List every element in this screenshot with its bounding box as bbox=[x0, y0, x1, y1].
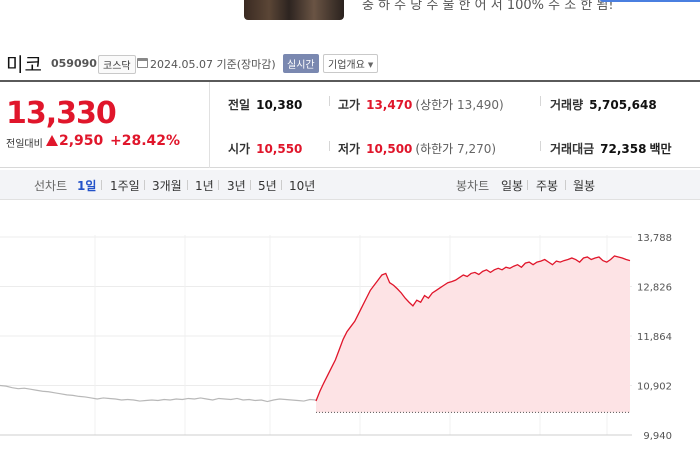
trade-amount: 거래대금 72,358 백만 bbox=[550, 140, 672, 157]
banner-button[interactable] bbox=[598, 0, 700, 2]
trade-amount-value: 72,358 bbox=[600, 142, 647, 156]
base-date: 2024.05.07 기준(장마감) bbox=[150, 56, 276, 72]
low: 저가 10,500 (하한가 7,270) bbox=[338, 140, 496, 157]
tab-divider bbox=[281, 180, 282, 190]
stat-divider bbox=[329, 96, 330, 106]
change-label: 전일대비 bbox=[6, 139, 43, 150]
market-tag: 코스닥 bbox=[98, 55, 136, 74]
open-label: 시가 bbox=[228, 142, 251, 156]
top-banner[interactable]: 충 하 주 당 주 물 한 어 서 100% 주 조 한 됨! bbox=[0, 0, 700, 22]
volume-value: 5,705,648 bbox=[589, 98, 657, 112]
current-price: 13,330 bbox=[6, 96, 117, 131]
base-date-value: 2024.05.07 bbox=[150, 58, 213, 71]
tab-1day[interactable]: 1일 bbox=[77, 177, 96, 194]
trade-amount-label: 거래대금 bbox=[550, 142, 595, 156]
prev-close: 전일 10,380 bbox=[228, 96, 302, 113]
low-label: 저가 bbox=[338, 142, 361, 156]
y-tick-label: 9,940 bbox=[643, 431, 672, 442]
open: 시가 10,550 bbox=[228, 140, 302, 157]
tab-1week[interactable]: 1주일 bbox=[110, 177, 140, 194]
chart-tabs: 선차트 1일 1주일 3개월 1년 3년 5년 10년 봉차트 일봉 주봉 월봉 bbox=[0, 170, 700, 200]
stock-name: 미코 bbox=[6, 54, 43, 76]
price-panel: 13,330 전일대비 2,950 +28.42% 전일 10,380 고가 13,… bbox=[0, 82, 700, 168]
lower-limit-value: 7,270) bbox=[457, 142, 497, 156]
stat-divider bbox=[329, 141, 330, 151]
price-chart[interactable]: 13,788 12,826 11,864 10,902 9,940 bbox=[0, 200, 700, 450]
candle-chart-label: 봉차트 bbox=[456, 179, 490, 193]
y-tick-label: 12,826 bbox=[637, 283, 672, 294]
tab-divider bbox=[187, 180, 188, 190]
tab-10year[interactable]: 10년 bbox=[289, 177, 315, 194]
tab-5year[interactable]: 5년 bbox=[258, 177, 277, 194]
stat-divider bbox=[540, 96, 541, 106]
open-value: 10,550 bbox=[256, 142, 303, 156]
change-value: 2,950 bbox=[59, 133, 104, 149]
stock-header: 미코 059090 코스닥 2024.05.07 기준(장마감) 실시간 기업개… bbox=[0, 46, 700, 80]
change-rate: +28.42% bbox=[110, 133, 181, 149]
company-overview-label: 기업개요 bbox=[328, 60, 365, 71]
trade-amount-unit: 백만 bbox=[649, 142, 672, 156]
price-summary: 13,330 전일대비 2,950 +28.42% bbox=[0, 82, 210, 168]
upper-limit-label: (상한가 bbox=[415, 98, 454, 112]
pre-session-line bbox=[0, 384, 317, 403]
banner-text: 충 하 주 당 주 물 한 어 서 100% 주 조 한 됨! bbox=[362, 0, 614, 13]
low-value: 10,500 bbox=[366, 142, 413, 156]
tab-divider bbox=[250, 180, 251, 190]
y-tick-label: 11,864 bbox=[637, 332, 672, 343]
tab-1year[interactable]: 1년 bbox=[195, 177, 214, 194]
y-tick-label: 10,902 bbox=[637, 382, 672, 393]
tab-monthly-candle[interactable]: 월봉 bbox=[573, 177, 595, 194]
tab-divider bbox=[101, 180, 102, 190]
line-chart-label: 선차트 bbox=[34, 179, 68, 193]
high: 고가 13,470 (상한가 13,490) bbox=[338, 96, 504, 113]
stock-code: 059090 bbox=[51, 57, 97, 70]
y-tick-label: 13,788 bbox=[637, 233, 672, 244]
prev-close-value: 10,380 bbox=[256, 98, 303, 112]
high-value: 13,470 bbox=[366, 98, 413, 112]
realtime-button[interactable]: 실시간 bbox=[283, 54, 319, 73]
company-overview-button[interactable]: 기업개요 ▼ bbox=[323, 54, 379, 73]
upper-limit: (상한가 13,490) bbox=[415, 98, 503, 112]
volume: 거래량 5,705,648 bbox=[550, 96, 657, 113]
tab-divider bbox=[527, 180, 528, 190]
lower-limit: (하한가 7,270) bbox=[415, 142, 496, 156]
caret-down-icon: ▼ bbox=[367, 61, 374, 69]
tab-divider bbox=[218, 180, 219, 190]
price-chart-svg[interactable]: 13,788 12,826 11,864 10,902 9,940 bbox=[0, 200, 700, 450]
tab-3month[interactable]: 3개월 bbox=[152, 177, 182, 194]
tab-daily-candle[interactable]: 일봉 bbox=[501, 177, 523, 194]
tab-divider bbox=[144, 180, 145, 190]
prev-close-label: 전일 bbox=[228, 98, 251, 112]
banner-image bbox=[244, 0, 344, 20]
high-label: 고가 bbox=[338, 98, 361, 112]
tab-weekly-candle[interactable]: 주봉 bbox=[536, 177, 558, 194]
upper-limit-value: 13,490) bbox=[457, 98, 504, 112]
tab-3year[interactable]: 3년 bbox=[227, 177, 246, 194]
price-area-fill bbox=[316, 255, 630, 413]
up-arrow-icon bbox=[46, 135, 58, 146]
base-date-label: 기준(장마감) bbox=[216, 58, 276, 71]
calendar-icon bbox=[137, 58, 148, 68]
stat-divider bbox=[540, 141, 541, 151]
lower-limit-label: (하한가 bbox=[415, 142, 454, 156]
volume-label: 거래량 bbox=[550, 98, 584, 112]
tab-divider bbox=[565, 180, 566, 190]
